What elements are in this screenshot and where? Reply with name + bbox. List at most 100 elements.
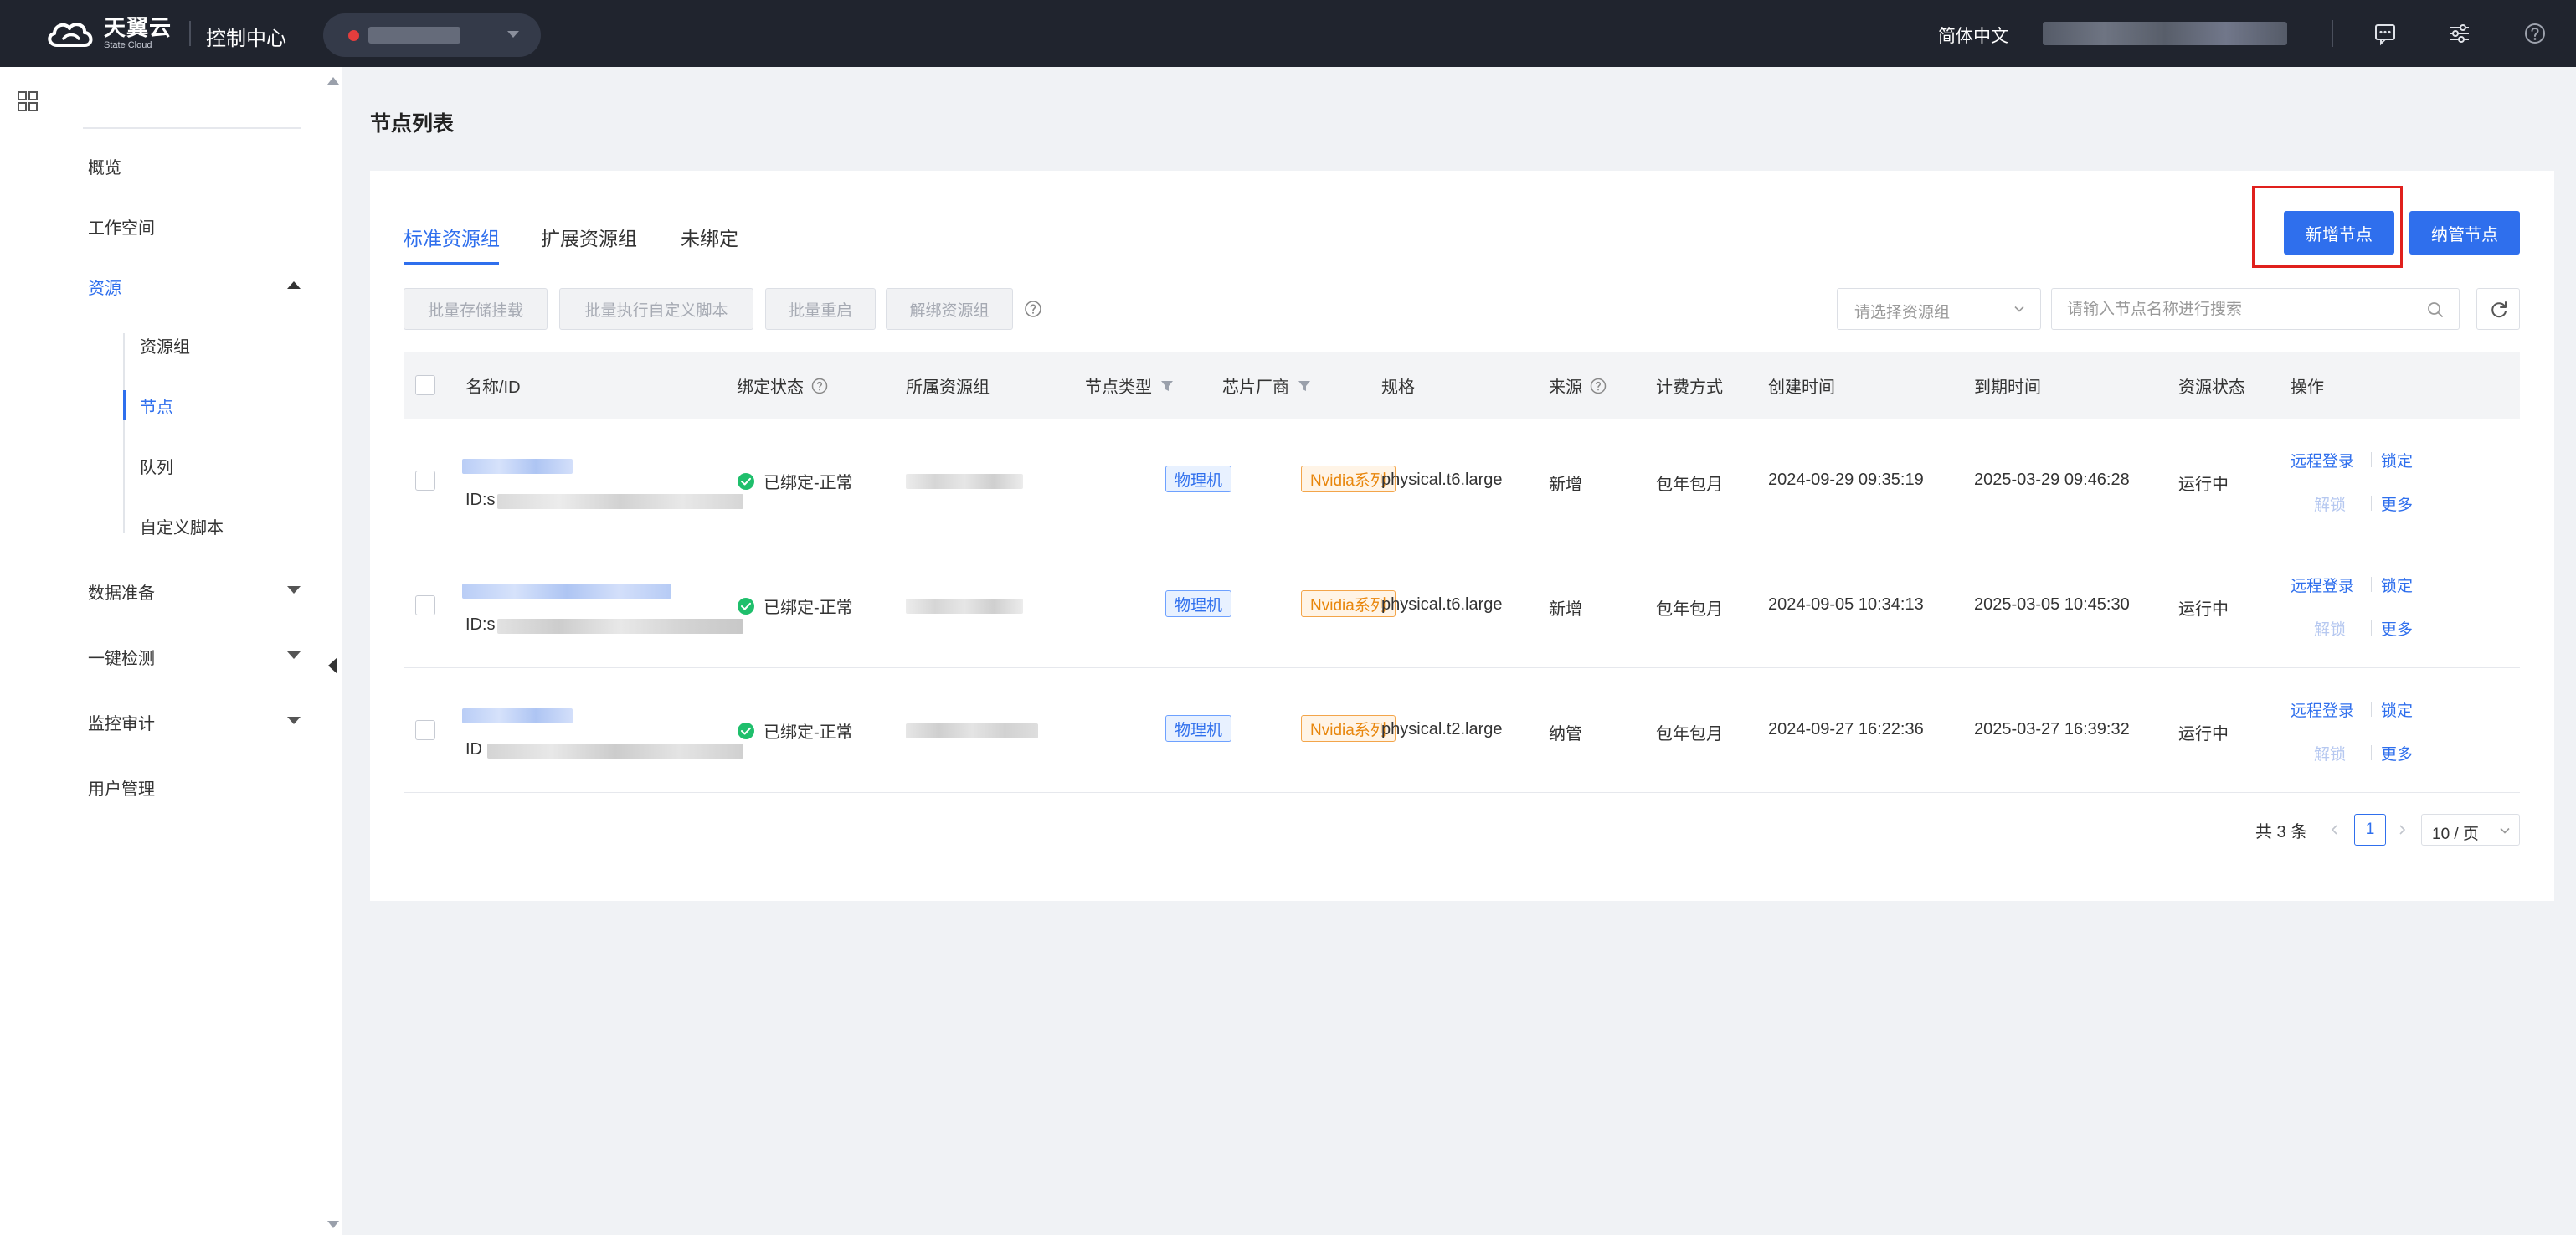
- row-checkbox[interactable]: [415, 720, 435, 740]
- op-separator: [2371, 620, 2372, 636]
- resource-state-cell: 运行中: [2178, 476, 2229, 494]
- help-icon[interactable]: [2522, 20, 2548, 47]
- submenu-track: [123, 333, 125, 533]
- source-cell: 新增: [1549, 600, 1582, 619]
- created-cell: 2024-09-05 10:34:13: [1768, 595, 1924, 614]
- more-link[interactable]: 更多: [2381, 742, 2413, 764]
- row-checkbox[interactable]: [415, 471, 435, 491]
- resource-group-select[interactable]: 请选择资源组: [1837, 288, 2041, 330]
- sidebar-subitem-nodes[interactable]: 节点: [140, 394, 173, 418]
- sidebar-item-user-management[interactable]: 用户管理: [88, 775, 155, 800]
- help-circle-icon[interactable]: [1589, 377, 1607, 395]
- filter-icon[interactable]: [1159, 378, 1175, 394]
- tab-unbound[interactable]: 未绑定: [681, 223, 738, 251]
- col-bind-status: 绑定状态: [737, 373, 829, 398]
- chevron-right-icon[interactable]: [2396, 824, 2408, 836]
- region-selector[interactable]: [323, 13, 541, 57]
- page-size-value: 10 / 页: [2432, 826, 2479, 843]
- logo[interactable]: 天翼云 State Cloud: [44, 15, 172, 52]
- chevron-down-icon[interactable]: [287, 586, 301, 594]
- sidebar-subitem-custom-script[interactable]: 自定义脚本: [140, 514, 224, 538]
- node-id-redacted: [487, 744, 743, 759]
- remote-login-link[interactable]: 远程登录: [2291, 698, 2354, 721]
- created-cell: 2024-09-29 09:35:19: [1768, 471, 1924, 489]
- chevron-down-icon[interactable]: [287, 651, 301, 659]
- search-icon[interactable]: [2425, 300, 2445, 320]
- unlock-link[interactable]: 解锁: [2314, 742, 2346, 764]
- chevron-up-icon[interactable]: [287, 281, 301, 289]
- batch-run-script-button[interactable]: 批量执行自定义脚本: [559, 288, 753, 330]
- icon-rail: [0, 67, 59, 1235]
- refresh-button[interactable]: [2476, 288, 2520, 330]
- resource-state-cell: 运行中: [2178, 725, 2229, 744]
- manage-node-button[interactable]: 纳管节点: [2409, 211, 2520, 255]
- console-title[interactable]: 控制中心: [206, 22, 286, 51]
- page-size-select[interactable]: 10 / 页: [2421, 814, 2520, 846]
- lock-link[interactable]: 锁定: [2381, 574, 2413, 596]
- tab-extended-resource-group[interactable]: 扩展资源组: [541, 223, 637, 251]
- chevron-left-icon[interactable]: [2329, 824, 2341, 836]
- select-all-checkbox[interactable]: [415, 375, 435, 395]
- account-info-redacted[interactable]: [2043, 22, 2287, 45]
- batch-reboot-button[interactable]: 批量重启: [765, 288, 876, 330]
- sidebar-subitem-queue[interactable]: 队列: [140, 454, 173, 478]
- lock-link[interactable]: 锁定: [2381, 698, 2413, 721]
- check-circle-icon: [738, 472, 754, 490]
- more-link[interactable]: 更多: [2381, 617, 2413, 640]
- node-name-link-redacted[interactable]: [462, 708, 573, 723]
- scroll-up-icon[interactable]: [327, 77, 339, 85]
- language-switch[interactable]: 简体中文: [1938, 23, 2008, 48]
- col-resource-state: 资源状态: [2178, 373, 2245, 398]
- lock-link[interactable]: 锁定: [2381, 449, 2413, 471]
- col-created: 创建时间: [1768, 373, 1835, 398]
- expires-cell: 2025-03-29 09:46:28: [1974, 471, 2130, 489]
- sidebar-item-overview[interactable]: 概览: [88, 154, 121, 178]
- pagination-page-current[interactable]: 1: [2354, 814, 2386, 846]
- batch-storage-mount-button[interactable]: 批量存储挂载: [404, 288, 548, 330]
- resource-group-redacted: [906, 474, 1023, 489]
- billing-cell: 包年包月: [1656, 725, 1723, 744]
- remote-login-link[interactable]: 远程登录: [2291, 574, 2354, 596]
- settings-sliders-icon[interactable]: [2446, 20, 2473, 47]
- collapse-sidebar-icon[interactable]: [328, 657, 337, 674]
- unlock-link[interactable]: 解锁: [2314, 617, 2346, 640]
- op-separator: [2371, 452, 2372, 467]
- table-row: ID:s 已绑定-正常 物理机 Nvidia系列 physical.t6.lar…: [404, 543, 2520, 668]
- tab-active-indicator: [404, 262, 499, 265]
- more-link[interactable]: 更多: [2381, 492, 2413, 515]
- node-id-redacted: [497, 494, 743, 509]
- node-name-link-redacted[interactable]: [462, 459, 573, 474]
- col-spec: 规格: [1381, 373, 1415, 398]
- node-name-link-redacted[interactable]: [462, 584, 671, 599]
- unlock-link[interactable]: 解锁: [2314, 492, 2346, 515]
- col-chip-vendor-label: 芯片厂商: [1222, 378, 1289, 397]
- topbar-separator: [2332, 20, 2333, 47]
- app-grid-icon[interactable]: [15, 89, 40, 114]
- filter-icon[interactable]: [1296, 378, 1313, 394]
- sidebar-item-data-prep[interactable]: 数据准备: [88, 579, 155, 604]
- sidebar-item-resources[interactable]: 资源: [88, 275, 121, 299]
- sidebar-item-monitor-audit[interactable]: 监控审计: [88, 710, 155, 734]
- node-search-input[interactable]: [2065, 297, 2404, 322]
- resource-group-redacted: [906, 599, 1023, 614]
- region-name-redacted: [368, 27, 460, 44]
- chevron-down-icon[interactable]: [287, 717, 301, 724]
- bind-status-label: 已绑定-正常: [764, 474, 853, 492]
- sidebar-item-one-click-check[interactable]: 一键检测: [88, 645, 155, 669]
- unbind-resource-group-button[interactable]: 解绑资源组: [886, 288, 1013, 330]
- col-resource-state-label: 资源状态: [2178, 378, 2245, 397]
- node-search-field[interactable]: [2051, 288, 2460, 330]
- sidebar-subitem-resource-group[interactable]: 资源组: [140, 333, 190, 358]
- tab-standard-resource-group[interactable]: 标准资源组: [404, 223, 500, 251]
- row-checkbox[interactable]: [415, 595, 435, 615]
- table-row: ID 已绑定-正常 物理机 Nvidia系列 physical.t2.large…: [404, 668, 2520, 793]
- message-icon[interactable]: [2372, 20, 2399, 47]
- remote-login-link[interactable]: 远程登录: [2291, 449, 2354, 471]
- page-title: 节点列表: [370, 112, 455, 136]
- scroll-down-icon[interactable]: [327, 1221, 339, 1228]
- sidebar-item-workspace[interactable]: 工作空间: [88, 214, 155, 239]
- help-circle-icon[interactable]: [810, 377, 829, 395]
- source-cell: 新增: [1549, 476, 1582, 494]
- region-marker-icon: [348, 30, 359, 41]
- help-circle-icon[interactable]: [1023, 299, 1043, 319]
